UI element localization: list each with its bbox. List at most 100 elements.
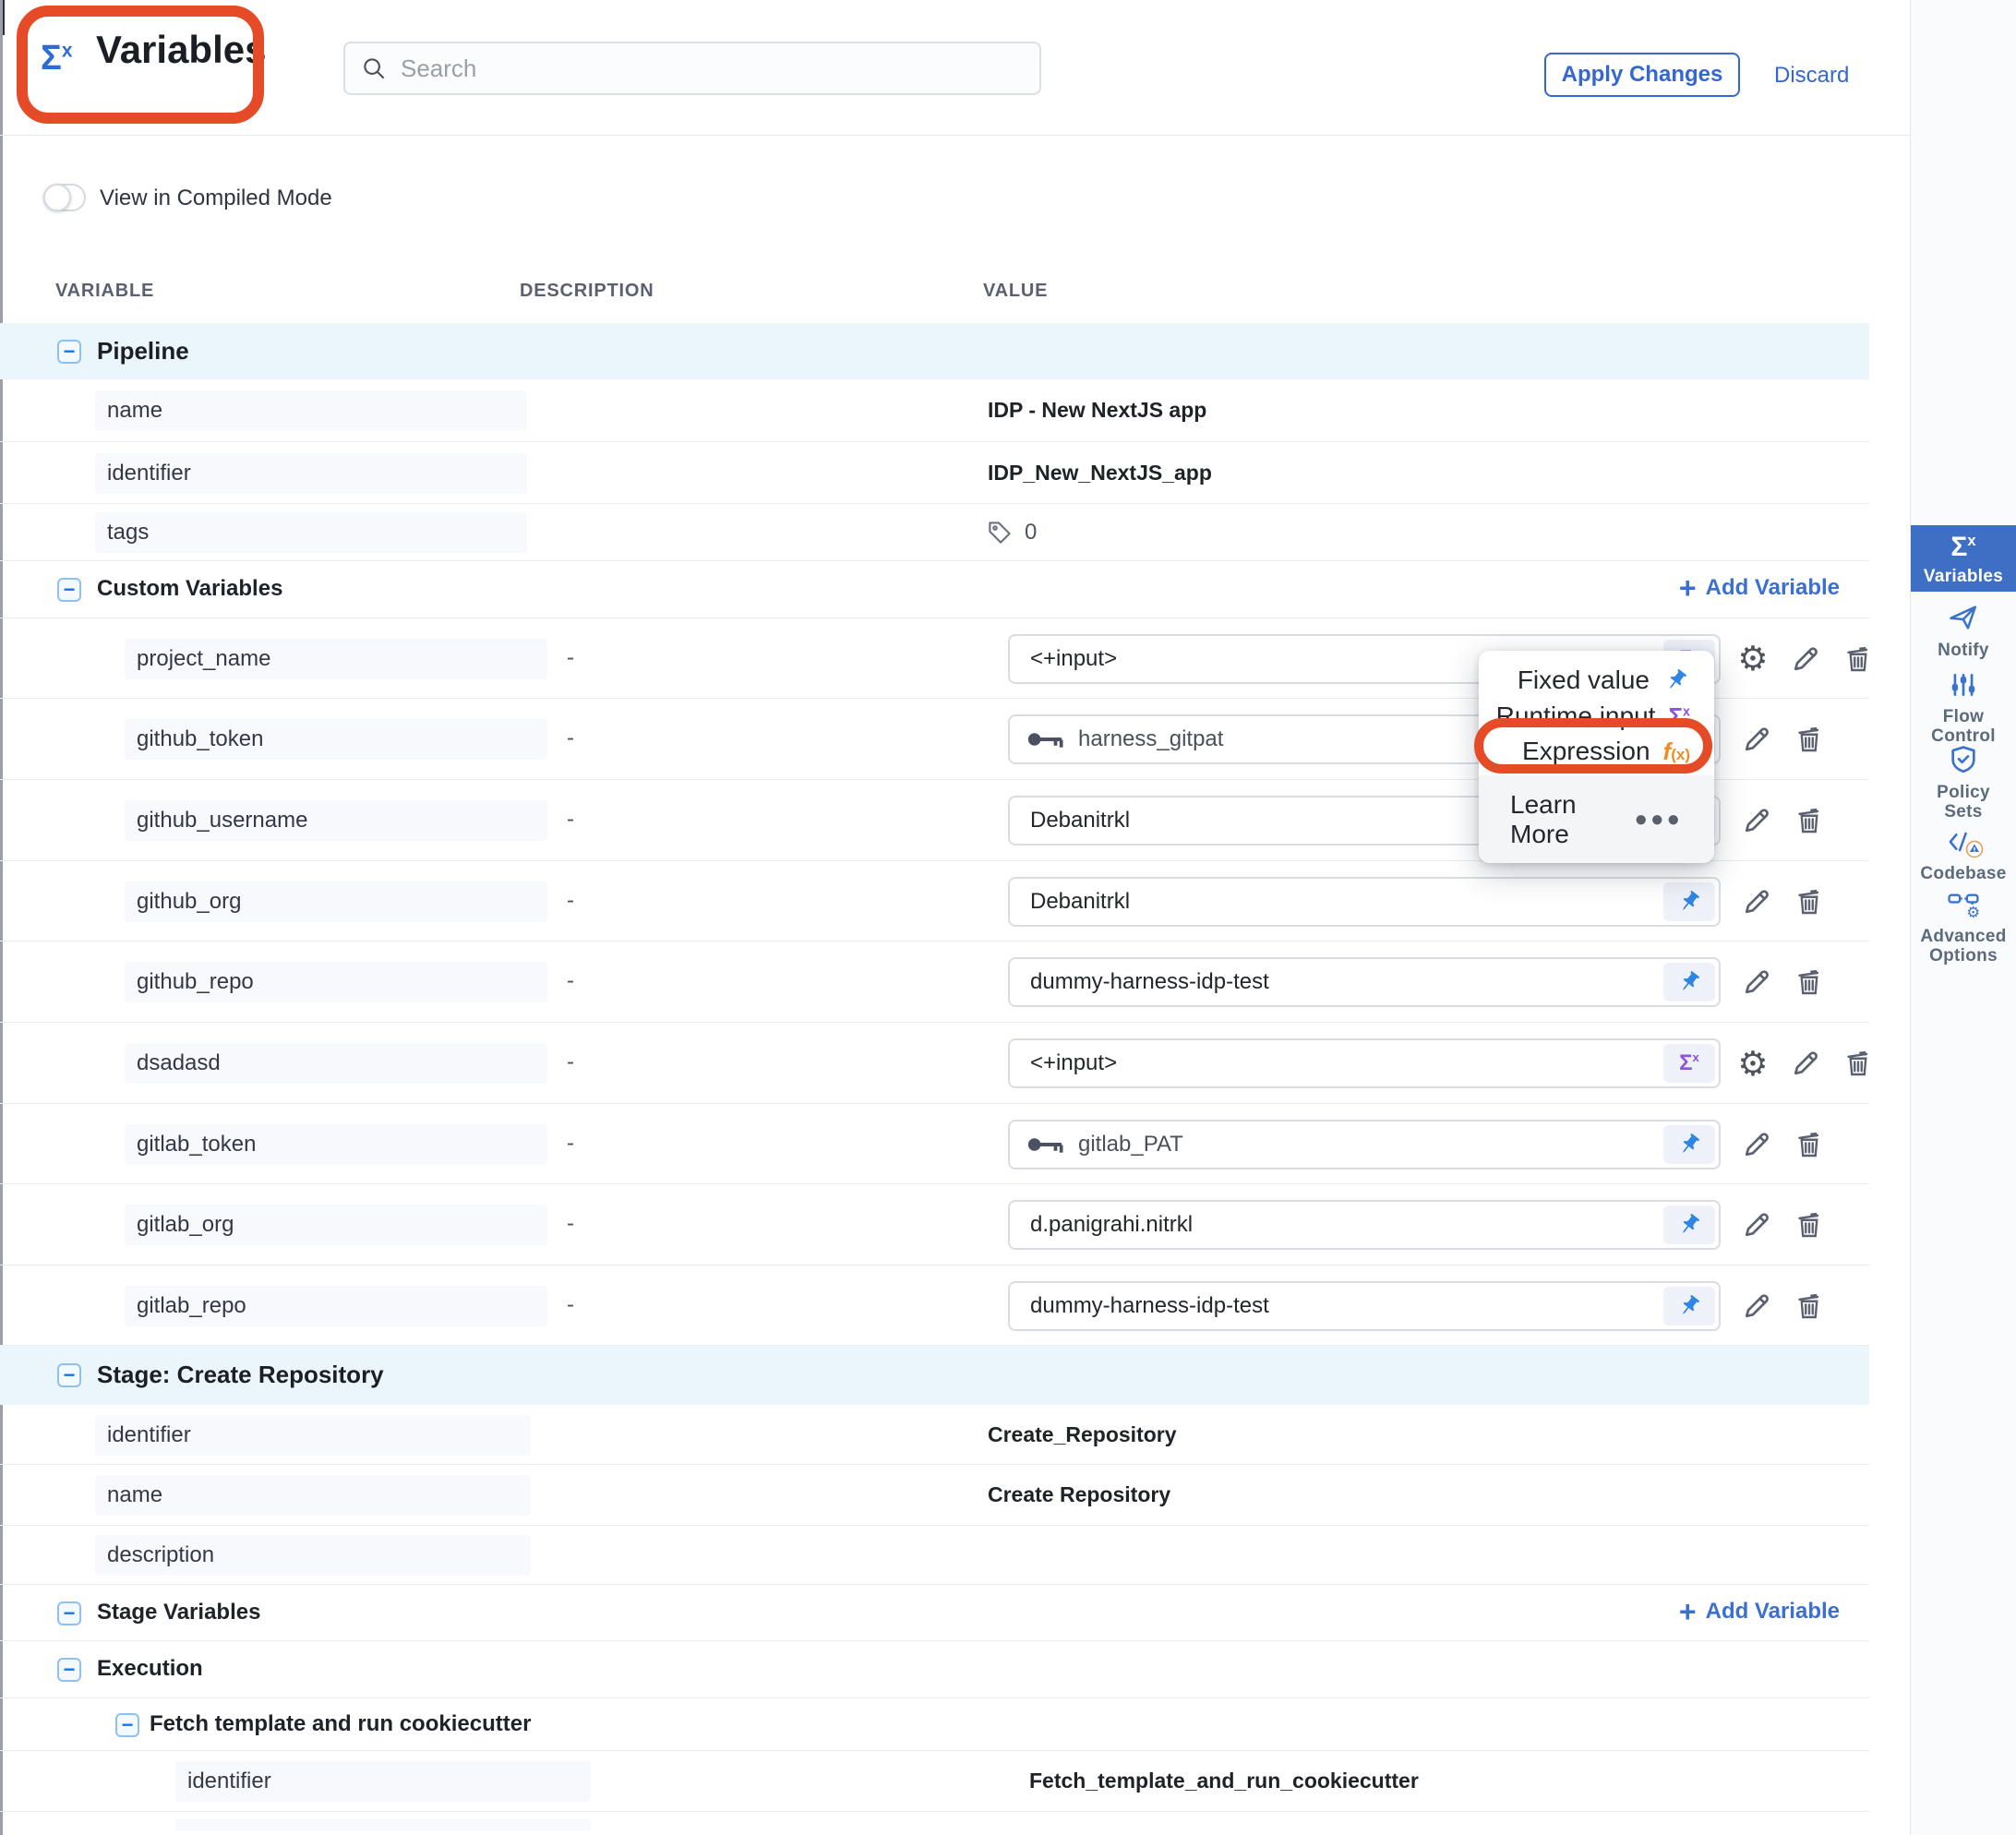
right-sidebar: Σx Variables Notify Flow Control xyxy=(1911,0,2016,1835)
delete-trash-button[interactable] xyxy=(1840,641,1877,678)
sigma-icon: Σx xyxy=(1668,702,1690,731)
sidebar-item-advanced-options[interactable]: ⚙ Advanced Options xyxy=(1911,890,2016,965)
sidebar-item-policy-sets[interactable]: Policy Sets xyxy=(1911,744,2016,822)
variable-name: github_username xyxy=(125,808,307,834)
compiled-mode-label: View in Compiled Mode xyxy=(100,186,332,211)
variable-name-pill: github_token xyxy=(125,719,547,760)
variable-name-pill: identifier xyxy=(95,1415,531,1456)
variable-value-input[interactable]: d.panigrahi.nitrkl xyxy=(1008,1200,1721,1250)
edit-pencil-button[interactable] xyxy=(1787,1045,1824,1082)
variable-name-pill: tags xyxy=(95,512,527,553)
variable-name-pill: name xyxy=(95,390,527,431)
delete-trash-button[interactable] xyxy=(1791,721,1828,758)
sidebar-item-flow-control[interactable]: Flow Control xyxy=(1911,670,2016,746)
shield-check-icon xyxy=(1948,744,1979,775)
delete-trash-button[interactable] xyxy=(1791,964,1828,1001)
collapse-icon[interactable]: − xyxy=(57,1601,81,1625)
custom-variable-row: github_org-Debanitrkl xyxy=(0,861,1869,941)
column-header-variable: VARIABLE xyxy=(55,281,154,302)
collapse-icon[interactable]: − xyxy=(57,1363,81,1387)
paper-plane-icon xyxy=(1948,602,1979,633)
table-row: identifierCreate_Repository xyxy=(0,1405,1869,1465)
svg-text:⚙: ⚙ xyxy=(1966,903,1980,919)
variable-value: Fetch_template_and_run_cookiecutter xyxy=(1029,1769,1419,1793)
delete-trash-button[interactable] xyxy=(1840,1045,1877,1082)
variable-name: github_token xyxy=(125,726,263,752)
pin-icon xyxy=(1675,888,1703,916)
collapse-icon[interactable]: − xyxy=(115,1713,139,1737)
section-row: −Custom Variables+Add Variable xyxy=(0,561,1869,618)
discard-button[interactable]: Discard xyxy=(1774,63,1849,89)
edit-pencil-button[interactable] xyxy=(1738,802,1775,839)
section-title: Pipeline xyxy=(97,337,189,366)
apply-changes-button[interactable]: Apply Changes xyxy=(1544,53,1740,97)
fixed-value-pin-badge[interactable] xyxy=(1663,1205,1715,1244)
variable-name: gitlab_org xyxy=(125,1212,234,1238)
variable-name: github_repo xyxy=(125,969,254,995)
search-placeholder: Search xyxy=(401,54,476,83)
settings-gear-button[interactable]: ⚙ xyxy=(1734,641,1771,678)
edit-pencil-button[interactable] xyxy=(1738,1206,1775,1243)
sidebar-item-notify[interactable]: Notify xyxy=(1911,602,2016,660)
pin-icon xyxy=(1675,968,1703,996)
variable-value-input[interactable]: gitlab_PAT xyxy=(1008,1120,1721,1169)
menu-item-runtime-input[interactable]: Runtime input Σx xyxy=(1496,702,1690,731)
menu-item-learn-more[interactable]: Learn More ●●● xyxy=(1479,775,1714,863)
table-row: identifierIDP_New_NextJS_app xyxy=(0,442,1869,504)
variable-value-input[interactable]: dummy-harness-idp-test xyxy=(1008,957,1721,1007)
edit-pencil-button[interactable] xyxy=(1738,883,1775,920)
fixed-value-pin-badge[interactable] xyxy=(1663,963,1715,1001)
add-variable-button[interactable]: +Add Variable xyxy=(1679,573,1840,603)
fixed-value-pin-badge[interactable] xyxy=(1663,882,1715,921)
section-row: −Execution xyxy=(0,1641,1869,1698)
variable-name-pill xyxy=(175,1819,591,1830)
add-variable-button[interactable]: +Add Variable xyxy=(1679,1597,1840,1626)
compiled-mode-toggle[interactable] xyxy=(43,184,86,211)
tag-count: 0 xyxy=(1025,520,1037,546)
custom-variable-row: gitlab_org-d.panigrahi.nitrkl xyxy=(0,1184,1869,1265)
edit-pencil-button[interactable] xyxy=(1738,721,1775,758)
collapse-icon[interactable]: − xyxy=(57,1658,81,1682)
variable-value-input[interactable]: <+input>Σx xyxy=(1008,1038,1721,1088)
section-band-row: −Stage: Create Repository xyxy=(0,1346,1869,1405)
collapse-icon[interactable]: − xyxy=(57,340,81,364)
edit-pencil-button[interactable] xyxy=(1738,964,1775,1001)
sliders-icon xyxy=(1949,670,1978,700)
variable-name: project_name xyxy=(125,646,270,672)
variable-name: name xyxy=(95,398,162,424)
variable-name: name xyxy=(95,1482,162,1508)
variable-name-pill: description xyxy=(95,1535,531,1576)
sidebar-item-codebase[interactable]: Codebase xyxy=(1911,827,2016,883)
delete-trash-button[interactable] xyxy=(1791,802,1828,839)
sidebar-item-variables[interactable]: Σx Variables xyxy=(1911,525,2016,592)
menu-item-expression[interactable]: Expression f(x) xyxy=(1522,737,1690,766)
delete-trash-button[interactable] xyxy=(1791,883,1828,920)
fixed-value-pin-badge[interactable] xyxy=(1663,1125,1715,1164)
variable-name: gitlab_token xyxy=(125,1132,256,1157)
settings-gear-button[interactable]: ⚙ xyxy=(1734,1045,1771,1082)
edit-pencil-button[interactable] xyxy=(1738,1126,1775,1163)
collapse-icon[interactable]: − xyxy=(57,578,81,602)
variable-description: - xyxy=(567,888,574,914)
variable-name: identifier xyxy=(175,1769,271,1794)
variable-value-input[interactable]: dummy-harness-idp-test xyxy=(1008,1281,1721,1331)
toggle-knob xyxy=(43,184,71,211)
variable-value-input[interactable]: Debanitrkl xyxy=(1008,877,1721,927)
variable-name-pill: identifier xyxy=(95,453,527,494)
variable-name-pill: github_username xyxy=(125,800,547,841)
sigma-icon: Σx xyxy=(1950,532,1975,563)
search-input[interactable]: Search xyxy=(343,42,1041,95)
edit-pencil-button[interactable] xyxy=(1787,641,1824,678)
variable-value: dummy-harness-idp-test xyxy=(1010,969,1269,995)
delete-trash-button[interactable] xyxy=(1791,1126,1828,1163)
variable-name-pill: name xyxy=(95,1475,531,1516)
key-icon xyxy=(1026,727,1065,751)
delete-trash-button[interactable] xyxy=(1791,1206,1828,1243)
runtime-input-badge[interactable]: Σx xyxy=(1663,1044,1715,1083)
menu-item-fixed-value[interactable]: Fixed value xyxy=(1518,666,1690,695)
delete-trash-button[interactable] xyxy=(1791,1288,1828,1325)
edit-pencil-button[interactable] xyxy=(1738,1288,1775,1325)
fixed-value-pin-badge[interactable] xyxy=(1663,1287,1715,1325)
plus-icon: + xyxy=(1679,573,1697,603)
variable-name-pill: dsadasd xyxy=(125,1043,547,1084)
